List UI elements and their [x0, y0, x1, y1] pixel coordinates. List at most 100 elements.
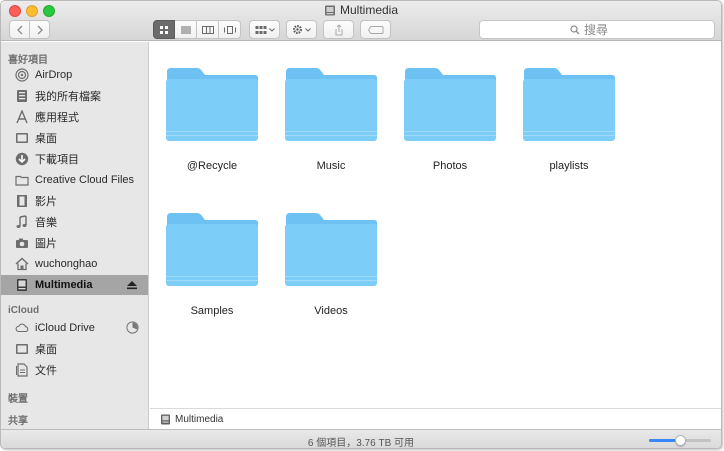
finder-window: Multimedia 搜尋 喜好項目 AirDrop 我的所有檔案 應用程式 桌… — [0, 0, 722, 449]
sidebar-item-applications[interactable]: 應用程式 — [1, 107, 148, 127]
sidebar-item-movies[interactable]: 影片 — [1, 191, 148, 211]
movies-icon — [15, 194, 29, 208]
file-browser: @Recycle Music Photos playlists Samples … — [150, 42, 721, 408]
back-button[interactable] — [9, 20, 30, 39]
sidebar-item-label: Multimedia — [35, 279, 93, 291]
all-files-icon — [15, 89, 29, 103]
sidebar-item-pictures[interactable]: 圖片 — [1, 233, 148, 253]
chevron-down-icon — [268, 27, 275, 32]
search-field[interactable] — [479, 20, 715, 39]
sidebar-item-home[interactable]: wuchonghao — [1, 254, 148, 274]
sidebar-item-label: 音樂 — [35, 217, 57, 229]
airdrop-icon — [15, 68, 29, 82]
share-button[interactable] — [323, 20, 354, 39]
downloads-icon — [15, 152, 29, 166]
sidebar-item-creative-cloud-files[interactable]: Creative Cloud Files — [1, 170, 148, 190]
sidebar: 喜好項目 AirDrop 我的所有檔案 應用程式 桌面 下載項目 Creativ… — [1, 42, 149, 429]
arrange-menu-button[interactable] — [249, 20, 280, 39]
folder-icon — [523, 68, 615, 141]
cover-flow-view-button[interactable] — [219, 20, 241, 39]
music-icon — [15, 215, 29, 229]
folder-label: Music — [316, 160, 346, 172]
search-input[interactable] — [584, 22, 624, 37]
applications-icon — [15, 110, 29, 124]
sidebar-item-label: 文件 — [35, 365, 57, 377]
desktop-icon — [15, 131, 29, 145]
home-icon — [15, 257, 29, 271]
status-bar: 6 個項目，3.76 TB 可用 — [1, 429, 721, 449]
status-text: 6 個項目，3.76 TB 可用 — [307, 438, 415, 449]
sidebar-item-desktop[interactable]: 桌面 — [1, 128, 148, 148]
sidebar-item-downloads[interactable]: 下載項目 — [1, 149, 148, 169]
sidebar-item-label: iCloud Drive — [35, 322, 95, 334]
folder-item[interactable]: playlists — [521, 66, 617, 172]
icon-size-slider[interactable] — [649, 435, 711, 446]
arrange-icon — [255, 25, 266, 34]
folder-item[interactable]: Samples — [164, 211, 260, 317]
action-menu-button[interactable] — [286, 20, 317, 39]
grid-icon — [160, 25, 168, 34]
folder-item[interactable]: Photos — [402, 66, 498, 172]
path-bar-item[interactable]: Multimedia — [175, 414, 223, 425]
list-icon — [180, 26, 191, 33]
column-view-button[interactable] — [197, 20, 219, 39]
cover-flow-icon — [223, 25, 236, 34]
sidebar-item-documents[interactable]: 文件 — [1, 360, 148, 380]
gear-icon — [292, 24, 303, 35]
tag-icon — [367, 25, 383, 34]
chevron-left-icon — [16, 25, 22, 34]
network-drive-icon — [15, 278, 29, 292]
desktop-icon — [15, 342, 29, 356]
sidebar-item-label: 圖片 — [35, 238, 57, 250]
sidebar-item-icloud-drive[interactable]: iCloud Drive — [1, 318, 148, 338]
share-icon — [335, 23, 342, 35]
chevron-down-icon — [305, 27, 311, 32]
sidebar-item-label: Creative Cloud Files — [35, 174, 135, 186]
folder-icon — [404, 68, 496, 141]
view-mode-group — [153, 20, 241, 39]
path-bar: Multimedia — [150, 408, 721, 429]
list-view-button[interactable] — [175, 20, 197, 39]
folder-icon — [166, 213, 258, 286]
sidebar-item-music[interactable]: 音樂 — [1, 212, 148, 232]
folder-icon — [15, 173, 29, 187]
sidebar-item-label: 下載項目 — [35, 154, 79, 166]
folder-label: @Recycle — [186, 160, 238, 172]
icloud-header: iCloud — [8, 305, 40, 316]
network-drive-icon — [161, 414, 170, 424]
window-title: Multimedia — [1, 3, 721, 17]
folder-label: Videos — [314, 305, 348, 317]
favorites-header: 喜好項目 — [8, 55, 48, 66]
columns-icon — [201, 25, 214, 34]
documents-icon — [15, 363, 29, 377]
sidebar-item-all-files[interactable]: 我的所有檔案 — [1, 86, 148, 106]
folder-item[interactable]: Videos — [283, 211, 379, 317]
tags-button[interactable] — [360, 20, 391, 39]
sidebar-item-label: 桌面 — [35, 344, 57, 356]
chevron-right-icon — [37, 25, 43, 34]
devices-header: 裝置 — [8, 394, 28, 405]
folder-label: Samples — [190, 305, 234, 317]
folder-label: playlists — [549, 160, 589, 172]
sidebar-item-label: 應用程式 — [35, 112, 79, 124]
network-drive-icon — [324, 5, 335, 15]
folder-label: Photos — [432, 160, 468, 172]
folder-icon — [285, 213, 377, 286]
sidebar-item-label: 桌面 — [35, 133, 57, 145]
storage-pie-icon — [126, 321, 139, 334]
folder-icon — [166, 68, 258, 141]
search-icon — [570, 24, 580, 34]
sidebar-item-multimedia[interactable]: Multimedia — [1, 275, 148, 295]
folder-icon — [285, 68, 377, 141]
shared-header: 共享 — [8, 416, 28, 427]
sidebar-item-airdrop[interactable]: AirDrop — [1, 65, 148, 85]
eject-icon[interactable] — [126, 279, 138, 291]
sidebar-item-icloud-desktop[interactable]: 桌面 — [1, 339, 148, 359]
folder-item[interactable]: Music — [283, 66, 379, 172]
slider-knob[interactable] — [675, 435, 686, 446]
icon-view-button[interactable] — [153, 20, 175, 39]
sidebar-item-label: wuchonghao — [35, 258, 98, 270]
folder-item[interactable]: @Recycle — [164, 66, 260, 172]
forward-button[interactable] — [29, 20, 50, 39]
window-title-text: Multimedia — [339, 3, 399, 17]
